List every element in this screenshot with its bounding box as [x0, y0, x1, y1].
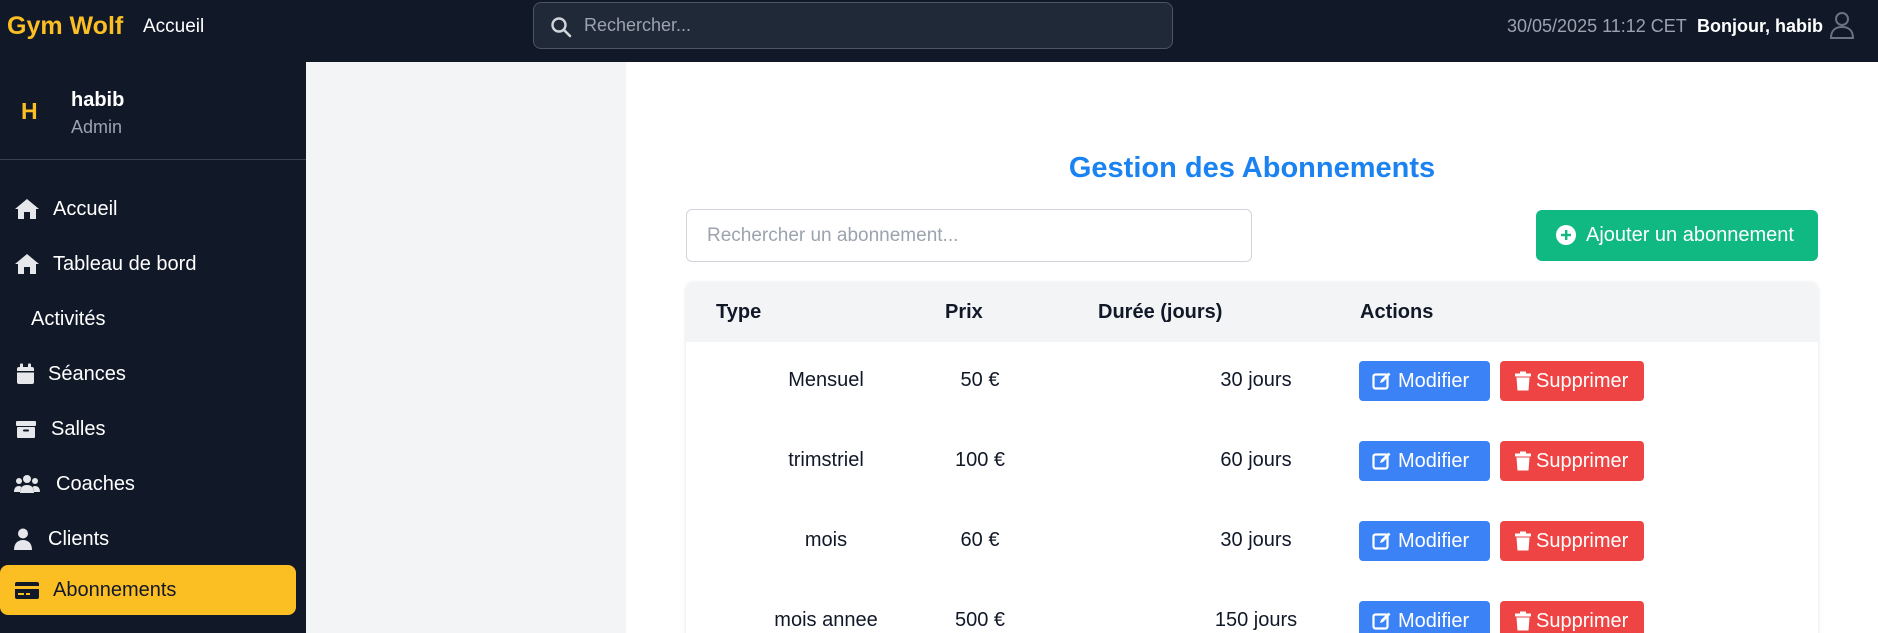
trash-icon — [1515, 371, 1531, 391]
profile-role: Admin — [71, 117, 123, 137]
delete-label: Supprimer — [1536, 450, 1629, 472]
edit-button[interactable]: Modifier — [1359, 441, 1490, 481]
sidebar-item-clients[interactable]: Clients — [0, 515, 296, 563]
trash-icon — [1515, 531, 1531, 551]
edit-label: Modifier — [1398, 450, 1470, 472]
top-bar: Gym Wolf Accueil 30/05/2025 11:12 CET Bo… — [0, 0, 1878, 62]
sidebar-item-label: Coaches — [56, 473, 135, 495]
cell-price: 500 € — [954, 609, 1006, 631]
cell-type: Mensuel — [788, 369, 864, 391]
datetime-display: 30/05/2025 11:12 CET — [1507, 16, 1687, 36]
delete-button[interactable]: Supprimer — [1500, 441, 1644, 481]
subscription-search-input[interactable] — [686, 209, 1252, 262]
cell-price: 50 € — [960, 369, 1000, 391]
edit-icon — [1372, 612, 1391, 630]
edit-icon — [1372, 532, 1391, 550]
calendar-icon — [17, 363, 34, 384]
search-icon — [551, 17, 572, 38]
main-panel: Gestion des Abonnements Ajouter un abonn… — [626, 62, 1878, 633]
sidebar-item-coaches[interactable]: Coaches — [0, 460, 296, 508]
profile-name: habib — [71, 89, 125, 111]
edit-label: Modifier — [1398, 370, 1470, 392]
edit-label: Modifier — [1398, 610, 1470, 632]
cell-duration: 30 jours — [1220, 369, 1292, 391]
plus-circle-icon — [1556, 225, 1576, 245]
cell-price: 100 € — [954, 449, 1006, 471]
home-icon — [15, 254, 39, 274]
sidebar: H habib Admin Accueil Tableau de bord Ac… — [0, 62, 306, 633]
table-row: mois annee 500 € 150 jours Modifier Supp… — [686, 582, 1818, 633]
sidebar-item-label: Tableau de bord — [53, 253, 197, 275]
add-subscription-label: Ajouter un abonnement — [1586, 224, 1794, 246]
sidebar-item-seances[interactable]: Séances — [0, 350, 296, 398]
sidebar-item-label: Séances — [48, 363, 126, 385]
delete-button[interactable]: Supprimer — [1500, 361, 1644, 401]
user-greeting: Bonjour, habib — [1697, 16, 1823, 36]
credit-card-icon — [15, 582, 39, 599]
brand-logo[interactable]: Gym Wolf — [7, 12, 123, 41]
user-profile-icon[interactable] — [1828, 10, 1856, 40]
sidebar-item-accueil[interactable]: Accueil — [0, 185, 296, 233]
delete-button[interactable]: Supprimer — [1500, 521, 1644, 561]
table-row: trimstriel 100 € 60 jours Modifier Suppr… — [686, 422, 1818, 502]
trash-icon — [1515, 451, 1531, 471]
table-row: mois 60 € 30 jours Modifier Supprimer — [686, 502, 1818, 582]
page-title: Gestion des Abonnements — [1068, 152, 1436, 184]
trash-icon — [1515, 611, 1531, 631]
sidebar-item-label: Accueil — [53, 198, 118, 220]
cell-type: trimstriel — [788, 449, 864, 471]
sidebar-item-salles[interactable]: Salles — [0, 405, 296, 453]
sidebar-item-tableau-de-bord[interactable]: Tableau de bord — [0, 240, 296, 288]
global-search[interactable] — [533, 2, 1173, 49]
edit-button[interactable]: Modifier — [1359, 601, 1490, 633]
cell-duration: 150 jours — [1214, 609, 1298, 631]
column-header-price: Prix — [945, 301, 983, 323]
users-icon — [14, 475, 40, 493]
column-header-duration: Durée (jours) — [1098, 301, 1223, 323]
global-search-input[interactable] — [584, 3, 1164, 48]
cell-type: mois — [804, 529, 848, 551]
edit-button[interactable]: Modifier — [1359, 521, 1490, 561]
avatar: H — [21, 98, 38, 124]
column-header-type: Type — [716, 301, 762, 323]
cell-price: 60 € — [960, 529, 1000, 551]
column-header-actions: Actions — [1360, 301, 1434, 323]
add-subscription-button[interactable]: Ajouter un abonnement — [1536, 210, 1818, 261]
edit-icon — [1372, 372, 1391, 390]
table-header: Type Prix Durée (jours) Actions — [686, 282, 1818, 342]
archive-icon — [16, 421, 36, 438]
sidebar-item-abonnements[interactable]: Abonnements — [0, 565, 296, 615]
sidebar-item-label: Abonnements — [53, 579, 177, 601]
user-icon — [14, 528, 32, 550]
cell-type: mois annee — [774, 609, 878, 631]
table-row: Mensuel 50 € 30 jours Modifier Supprimer — [686, 342, 1818, 422]
edit-label: Modifier — [1398, 530, 1470, 552]
cell-duration: 60 jours — [1220, 449, 1292, 471]
home-icon — [15, 199, 39, 219]
top-nav-home-link[interactable]: Accueil — [143, 16, 204, 38]
sidebar-item-label: Salles — [51, 418, 106, 440]
delete-label: Supprimer — [1536, 610, 1629, 632]
edit-icon — [1372, 452, 1391, 470]
edit-button[interactable]: Modifier — [1359, 361, 1490, 401]
delete-label: Supprimer — [1536, 530, 1629, 552]
sidebar-profile: H habib Admin — [0, 62, 306, 160]
sidebar-item-label: Activités — [31, 308, 106, 330]
sidebar-item-label: Clients — [48, 528, 110, 550]
sidebar-item-activites[interactable]: Activités — [0, 295, 296, 343]
cell-duration: 30 jours — [1220, 529, 1292, 551]
subscriptions-table: Type Prix Durée (jours) Actions Mensuel … — [686, 282, 1818, 633]
delete-label: Supprimer — [1536, 370, 1629, 392]
delete-button[interactable]: Supprimer — [1500, 601, 1644, 633]
